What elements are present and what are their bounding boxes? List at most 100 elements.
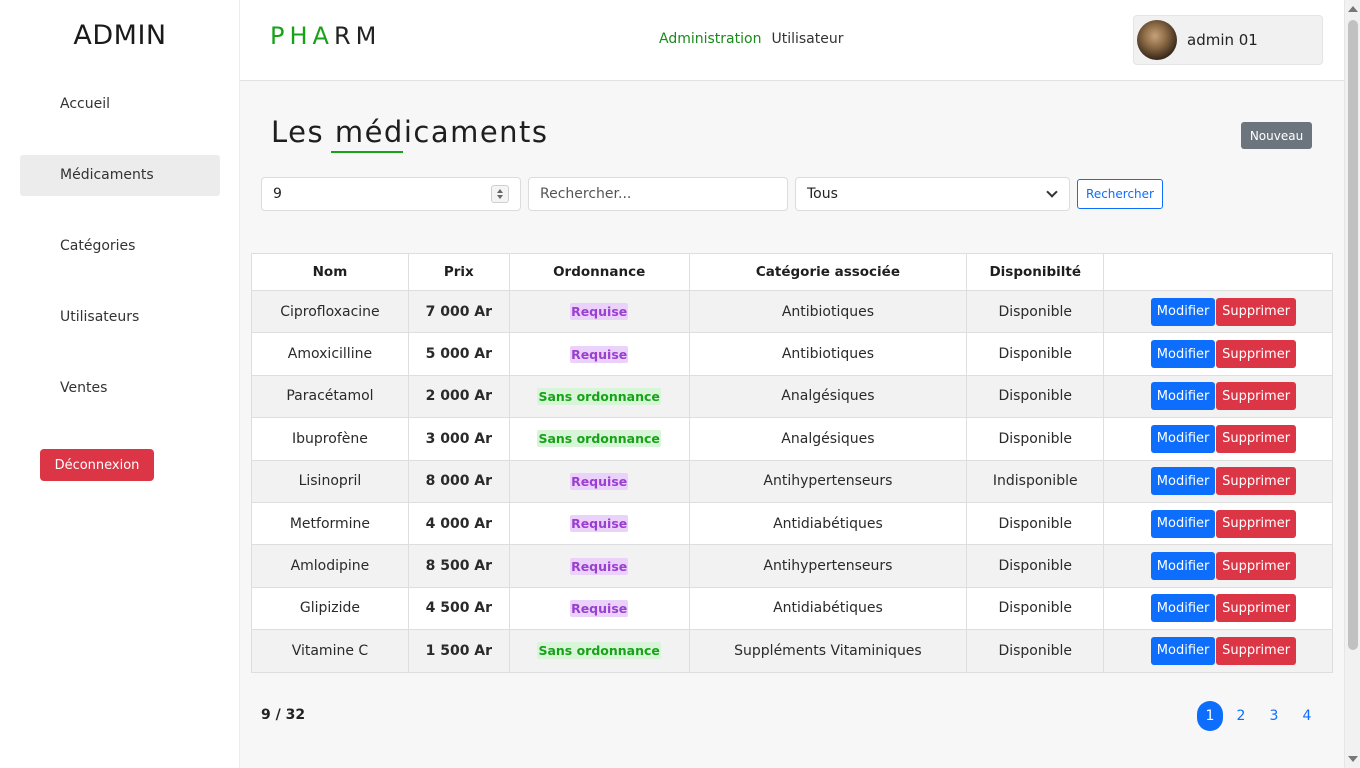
delete-button[interactable]: Supprimer [1216,297,1297,326]
nav-link-utilisateur[interactable]: Utilisateur [771,31,843,47]
delete-button[interactable]: Supprimer [1216,594,1297,623]
cell-categorie: Antihypertenseurs [688,544,968,588]
cell-actions: Modifier Supprimer [1103,417,1333,461]
user-name: admin 01 [1187,31,1258,49]
column-header-ordonnance: Ordonnance [508,253,690,291]
sidebar-item-categories[interactable]: Catégories [20,226,220,267]
cell-nom: Ibuprofène [251,417,409,461]
delete-button[interactable]: Supprimer [1216,340,1297,369]
table-header-row: Nom Prix Ordonnance Catégorie associée D… [251,253,1333,291]
column-header-nom: Nom [251,253,409,291]
cell-disponibilite: Disponible [966,501,1105,546]
sidebar-item-accueil[interactable]: Accueil [20,84,220,125]
edit-button[interactable]: Modifier [1151,297,1216,326]
edit-button[interactable]: Modifier [1151,509,1216,538]
edit-button[interactable]: Modifier [1151,594,1216,623]
table-row: Metformine 4 000 Ar Requise Antidiabétiques… [251,501,1333,546]
page-scrollbar[interactable] [1344,0,1360,768]
sidebar-item-utilisateurs[interactable]: Utilisateurs [20,297,220,338]
search-button[interactable]: Rechercher [1077,179,1163,209]
topbar: PHARM Administration Utilisateur admin 01 [240,0,1344,81]
edit-button[interactable]: Modifier [1151,340,1216,369]
table-row: Vitamine C1 500 Ar Sans ordonnance Supplém… [251,629,1333,673]
prescription-badge: Requise [570,303,629,321]
page-link-4[interactable]: 4 [1296,701,1318,731]
scroll-down-icon[interactable] [1348,756,1358,762]
edit-button[interactable]: Modifier [1151,382,1216,411]
cell-prix: 8 000 Ar [407,459,510,503]
cell-nom: Vitamine C [251,629,409,673]
delete-button[interactable]: Supprimer [1216,509,1297,538]
delete-button[interactable]: Supprimer [1216,636,1297,665]
prescription-badge: Requise [570,557,629,575]
cell-disponibilite: Disponible [966,417,1105,461]
cell-ordonnance: Requise [508,544,690,588]
top-navigation: Administration Utilisateur [659,31,853,47]
cell-nom: Lisinopril [251,459,409,503]
cell-ordonnance: Requise [508,586,690,631]
cell-actions: Modifier Supprimer [1103,629,1333,673]
avatar [1137,20,1177,60]
cell-prix: 1 500 Ar [407,629,510,673]
nav-link-administration[interactable]: Administration [659,31,761,47]
prescription-badge: Requise [570,515,629,533]
sidebar-item-medicaments[interactable]: Médicaments [20,155,220,196]
cell-nom: Ciprofloxacine [251,289,409,334]
result-count: 9 / 32 [261,707,306,723]
column-header-categorie: Catégorie associée [688,253,968,291]
delete-button[interactable]: Supprimer [1216,552,1297,581]
edit-button[interactable]: Modifier [1151,467,1216,496]
cell-prix: 8 500 Ar [407,544,510,588]
cell-ordonnance: Sans ordonnance [508,629,690,673]
cell-actions: Modifier Supprimer [1103,332,1333,376]
cell-ordonnance: Requise [508,459,690,503]
cell-actions: Modifier Supprimer [1103,544,1333,588]
cell-disponibilite: Disponible [966,374,1105,419]
cell-disponibilite: Disponible [966,289,1105,334]
edit-button[interactable]: Modifier [1151,424,1216,453]
delete-button[interactable]: Supprimer [1216,467,1297,496]
cell-nom: Paracétamol [251,374,409,419]
page-link-2[interactable]: 2 [1230,701,1252,731]
page-link-1[interactable]: 1 [1197,701,1223,731]
edit-button[interactable]: Modifier [1151,552,1216,581]
cell-disponibilite: Indisponible [966,459,1105,503]
logout-button[interactable]: Déconnexion [40,449,154,481]
delete-button[interactable]: Supprimer [1216,424,1297,453]
column-header-disponibilite: Disponibilté [966,253,1105,291]
logo-part-dark: RM [333,22,382,50]
cell-nom: Amoxicilline [251,332,409,376]
new-medicine-button[interactable]: Nouveau [1241,122,1312,149]
search-input[interactable] [528,177,788,211]
page-link-3[interactable]: 3 [1263,701,1285,731]
per-page-input[interactable] [261,177,521,211]
prescription-badge: Requise [570,345,629,363]
category-select-value: Tous [807,186,838,202]
cell-prix: 2 000 Ar [407,374,510,419]
number-stepper-icon[interactable] [491,185,509,203]
cell-actions: Modifier Supprimer [1103,374,1333,419]
cell-actions: Modifier Supprimer [1103,586,1333,631]
cell-actions: Modifier Supprimer [1103,289,1333,334]
scroll-up-icon[interactable] [1348,6,1358,12]
cell-prix: 7 000 Ar [407,289,510,334]
edit-button[interactable]: Modifier [1151,636,1216,665]
prescription-badge: Sans ordonnance [537,387,661,405]
table-body: Ciprofloxacine 7 000 Ar Requise Antibiotiqu… [251,289,1333,673]
cell-categorie: Antidiabétiques [688,501,968,546]
cell-prix: 4 500 Ar [407,586,510,631]
cell-ordonnance: Requise [508,501,690,546]
user-profile-button[interactable]: admin 01 [1133,15,1323,65]
scrollbar-thumb[interactable] [1348,20,1358,650]
logo-part-green: PHA [270,22,334,50]
sidebar-item-ventes[interactable]: Ventes [20,368,220,409]
table-row: Amlodipine 8 500 Ar Requise Antihypertenseu… [251,544,1333,588]
app-logo[interactable]: PHARM [270,22,381,50]
cell-ordonnance: Sans ordonnance [508,417,690,461]
cell-categorie: Analgésiques [688,417,968,461]
title-underline [331,151,403,153]
delete-button[interactable]: Supprimer [1216,382,1297,411]
cell-actions: Modifier Supprimer [1103,501,1333,546]
cell-disponibilite: Disponible [966,629,1105,673]
category-select[interactable]: Tous [795,177,1070,211]
